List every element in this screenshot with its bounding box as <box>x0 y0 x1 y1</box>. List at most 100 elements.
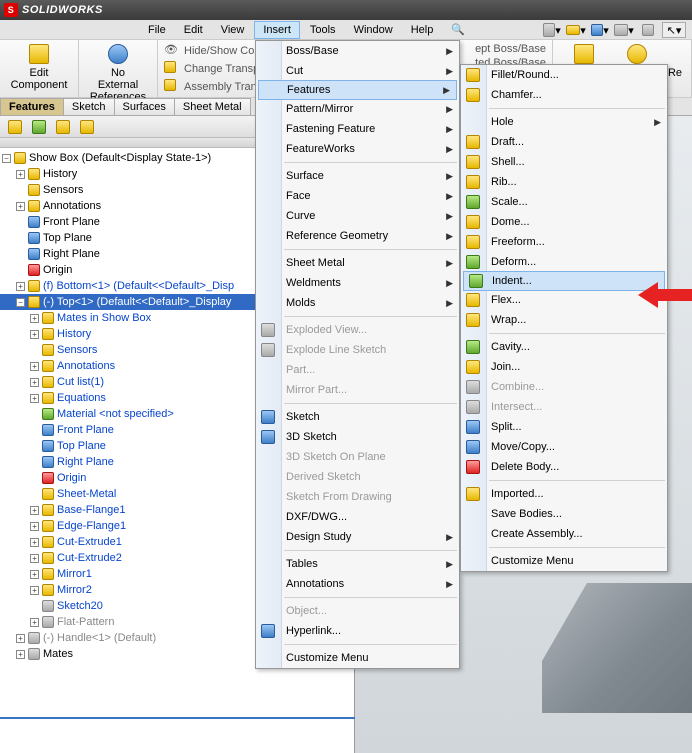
expander-icon[interactable]: + <box>30 570 39 579</box>
features-submenu-item[interactable]: Save Bodies... <box>461 504 667 524</box>
tree-item-icon <box>41 487 55 501</box>
features-submenu-item[interactable]: Imported... <box>461 484 667 504</box>
menu-insert[interactable]: Insert <box>254 21 300 39</box>
features-submenu-item[interactable]: Delete Body... <box>461 457 667 477</box>
print-icon[interactable]: ▾ <box>614 22 634 38</box>
tab-sketch[interactable]: Sketch <box>63 98 115 115</box>
re-button[interactable]: Re <box>665 42 685 81</box>
expander-icon[interactable]: − <box>16 298 25 307</box>
features-submenu-item[interactable]: Shell... <box>461 152 667 172</box>
expander-icon[interactable]: + <box>30 314 39 323</box>
tree-tool-display-icon[interactable] <box>52 118 74 136</box>
insert-menu-item[interactable]: Hyperlink... <box>256 621 459 641</box>
expander-icon[interactable]: + <box>30 506 39 515</box>
features-submenu-item[interactable]: Customize Menu <box>461 551 667 571</box>
menu-item-label: Hyperlink... <box>286 625 341 637</box>
features-submenu-item[interactable]: Cavity... <box>461 337 667 357</box>
expander-icon[interactable]: + <box>30 522 39 531</box>
expander-icon[interactable]: + <box>30 378 39 387</box>
expander-icon[interactable]: + <box>30 618 39 627</box>
new-doc-icon[interactable]: ▾ <box>542 22 562 38</box>
features-submenu-item[interactable]: Wrap... <box>461 310 667 330</box>
insert-menu-item[interactable]: Sketch <box>256 407 459 427</box>
tree-item-label: Mirror2 <box>57 584 92 596</box>
menu-help[interactable]: Help <box>403 22 442 38</box>
insert-menu-item[interactable]: Reference Geometry▶ <box>256 226 459 246</box>
swept-boss-button[interactable]: ept Boss/Base <box>475 42 546 56</box>
save-icon[interactable]: ▾ <box>590 22 610 38</box>
tab-surfaces[interactable]: Surfaces <box>114 98 175 115</box>
change-transparency-button[interactable]: Change Transpar <box>164 60 269 78</box>
insert-menu-item[interactable]: Cut▶ <box>256 61 459 81</box>
hide-show-button[interactable]: 👁Hide/Show Comp <box>164 42 270 60</box>
features-submenu-item[interactable]: Deform... <box>461 252 667 272</box>
insert-menu-item[interactable]: Annotations▶ <box>256 574 459 594</box>
no-ext-refs-button[interactable]: No External References <box>85 42 151 105</box>
search-icon[interactable]: 🔍 <box>443 21 473 38</box>
menu-tools[interactable]: Tools <box>302 22 344 38</box>
features-submenu-item[interactable]: Scale... <box>461 192 667 212</box>
features-submenu-item[interactable]: Indent... <box>463 271 665 291</box>
insert-menu-item[interactable]: Fastening Feature▶ <box>256 119 459 139</box>
insert-menu-item[interactable]: Features▶ <box>258 80 457 100</box>
expander-icon[interactable]: + <box>16 634 25 643</box>
expander-icon[interactable]: + <box>30 554 39 563</box>
expander-icon[interactable]: + <box>30 362 39 371</box>
insert-menu-item[interactable]: Molds▶ <box>256 293 459 313</box>
insert-menu-item[interactable]: Customize Menu <box>256 648 459 668</box>
menu-file[interactable]: File <box>140 22 174 38</box>
tree-tool-other-icon[interactable] <box>76 118 98 136</box>
tree-tool-assembly-icon[interactable] <box>4 118 26 136</box>
features-submenu-item[interactable]: Draft... <box>461 132 667 152</box>
expander-icon <box>30 474 39 483</box>
insert-menu-item[interactable]: Design Study▶ <box>256 527 459 547</box>
expander-icon[interactable]: + <box>30 586 39 595</box>
features-submenu-item[interactable]: Move/Copy... <box>461 437 667 457</box>
features-submenu-item[interactable]: Freeform... <box>461 232 667 252</box>
insert-menu-item[interactable]: DXF/DWG... <box>256 507 459 527</box>
insert-menu-item[interactable]: Curve▶ <box>256 206 459 226</box>
insert-menu-item[interactable]: FeatureWorks▶ <box>256 139 459 159</box>
menu-edit[interactable]: Edit <box>176 22 211 38</box>
expander-icon[interactable]: + <box>30 394 39 403</box>
tab-sheet-metal[interactable]: Sheet Metal <box>174 98 251 115</box>
menu-item-label: Features <box>287 84 330 96</box>
features-submenu-item[interactable]: Rib... <box>461 172 667 192</box>
insert-menu-item[interactable]: 3D Sketch <box>256 427 459 447</box>
features-submenu-item[interactable]: Dome... <box>461 212 667 232</box>
expander-icon <box>30 490 39 499</box>
expander-icon[interactable]: − <box>2 154 11 163</box>
insert-menu-item[interactable]: Surface▶ <box>256 166 459 186</box>
expander-icon[interactable]: + <box>16 650 25 659</box>
expander-icon[interactable]: + <box>16 170 25 179</box>
menu-item-icon <box>465 359 481 375</box>
options-icon[interactable] <box>638 22 658 38</box>
submenu-arrow-icon: ▶ <box>446 298 453 309</box>
expander-icon[interactable]: + <box>16 282 25 291</box>
rollback-bar[interactable] <box>0 717 355 719</box>
features-submenu-item[interactable]: Hole▶ <box>461 112 667 132</box>
features-submenu-item[interactable]: Join... <box>461 357 667 377</box>
insert-menu-item[interactable]: Tables▶ <box>256 554 459 574</box>
features-submenu-item[interactable]: Flex... <box>461 290 667 310</box>
expander-icon[interactable]: + <box>16 202 25 211</box>
features-submenu-item[interactable]: Create Assembly... <box>461 524 667 544</box>
insert-menu-item[interactable]: Sheet Metal▶ <box>256 253 459 273</box>
open-icon[interactable]: ▾ <box>566 22 586 38</box>
insert-menu-item[interactable]: Face▶ <box>256 186 459 206</box>
features-submenu-item[interactable]: Chamfer... <box>461 85 667 105</box>
insert-menu-item[interactable]: Boss/Base▶ <box>256 41 459 61</box>
menu-view[interactable]: View <box>213 22 253 38</box>
features-submenu-item[interactable]: Split... <box>461 417 667 437</box>
insert-menu-item[interactable]: Weldments▶ <box>256 273 459 293</box>
features-submenu-item[interactable]: Fillet/Round... <box>461 65 667 85</box>
edit-component-button[interactable]: Edit Component <box>6 42 72 93</box>
menu-item-label: Weldments <box>286 277 341 289</box>
select-icon[interactable]: ↖▾ <box>662 22 686 38</box>
expander-icon[interactable]: + <box>30 330 39 339</box>
expander-icon[interactable]: + <box>30 538 39 547</box>
insert-menu-item[interactable]: Pattern/Mirror▶ <box>256 99 459 119</box>
menu-window[interactable]: Window <box>346 22 401 38</box>
tab-features[interactable]: Features <box>0 98 64 115</box>
tree-tool-config-icon[interactable] <box>28 118 50 136</box>
